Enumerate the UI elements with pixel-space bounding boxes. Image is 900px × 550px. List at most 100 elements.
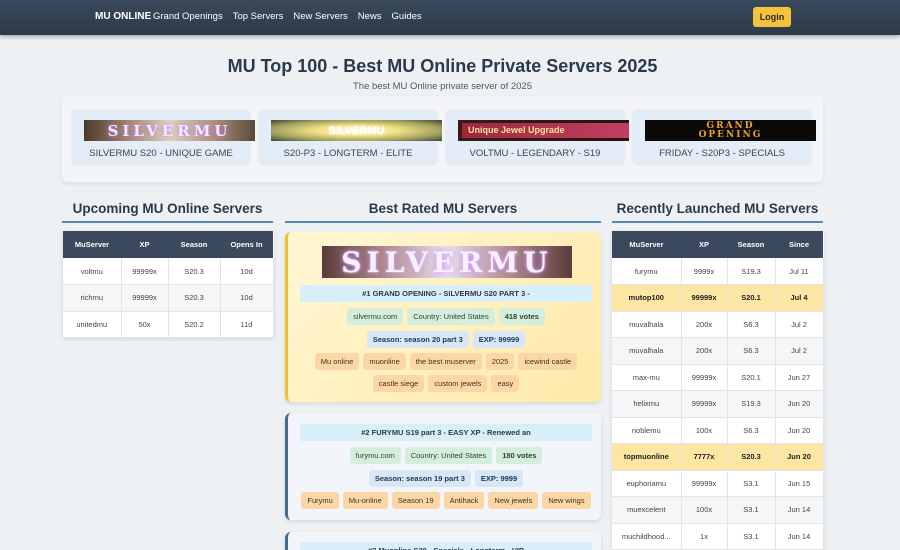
server-name[interactable]: muchildhood...: [612, 523, 682, 550]
featured-card-label: FRIDAY - S20P3 - SPECIALS: [659, 148, 785, 159]
server-tag[interactable]: Season 19: [391, 492, 440, 509]
server-xp: 99999x: [681, 284, 728, 312]
server-season: S6.3: [727, 337, 776, 365]
server-since: Jun 14: [775, 523, 824, 550]
banner-text: Unique Jewel Upgrade: [462, 123, 629, 138]
server-season: S20.3: [168, 284, 221, 312]
server-name[interactable]: unitedmu: [63, 311, 122, 338]
column-header[interactable]: MuServer: [612, 231, 681, 258]
table-row[interactable]: muexcelent 100x S3.1 Jun 14: [612, 496, 824, 524]
server-xp: 9999x: [681, 258, 728, 285]
server-season: S3.1: [727, 496, 776, 524]
server-website[interactable]: furymu.com: [349, 447, 401, 464]
featured-card-voltmu[interactable]: Unique Jewel Upgrade VOLTMU - LEGENDARY …: [446, 110, 629, 163]
column-header[interactable]: Since: [775, 231, 823, 258]
featured-card-s20p3[interactable]: SILVERMU S20-P3 - LONGTERM - ELITE: [259, 110, 442, 163]
server-name[interactable]: muvalhala: [612, 311, 682, 338]
recent-heading: Recently Launched MU Servers: [616, 201, 819, 216]
server-tag[interactable]: 2025: [485, 353, 515, 370]
server-name[interactable]: mutop100: [612, 284, 682, 312]
server-season: S20.3: [168, 258, 221, 285]
server-name[interactable]: noblemu: [612, 417, 682, 444]
server-tag[interactable]: New jewels: [488, 492, 539, 509]
server-name[interactable]: muvalhala: [612, 337, 682, 365]
table-row[interactable]: helixmu 99999x S19.3 Jun 20: [612, 390, 824, 418]
column-header[interactable]: Season: [727, 231, 775, 258]
server-votes: 418 votes: [498, 308, 545, 325]
table-row[interactable]: noblemu 100x S6.3 Jun 20: [612, 417, 824, 444]
table-row[interactable]: muchildhood... 1x S3.1 Jun 14: [612, 523, 824, 550]
server-card-title[interactable]: #1 GRAND OPENING - SILVERMU S20 PART 3 -: [300, 285, 592, 302]
column-header[interactable]: XP: [121, 231, 168, 258]
server-tag[interactable]: Furymu: [301, 492, 339, 509]
column-header[interactable]: XP: [681, 231, 727, 258]
server-tag[interactable]: Mu-online: [342, 492, 388, 509]
table-row[interactable]: unitedmu 50x S20.2 11d: [63, 311, 274, 338]
nav-link-guides[interactable]: Guides: [392, 11, 422, 22]
table-row[interactable]: voltmu 99999x S20.3 10d: [63, 258, 274, 285]
table-row-highlighted[interactable]: mutop100 99999x S20.1 Jul 4: [612, 284, 824, 312]
recent-servers-table: MuServer XP Season Since furymu 9999x S1…: [612, 231, 824, 550]
server-xp: 99999x: [681, 470, 728, 497]
table-row-highlighted[interactable]: topmuonline 7777x S20.3 Jun 20: [612, 443, 824, 471]
server-name[interactable]: richmu: [63, 284, 122, 312]
column-header[interactable]: Season: [168, 231, 220, 258]
server-card-title[interactable]: #3 Muonline S20 - Specials - Longterm - …: [300, 542, 592, 550]
table-row[interactable]: max-mu 99999x S20.1 Jun 27: [612, 364, 824, 391]
page-subtitle: The best MU Online private server of 202…: [352, 81, 532, 92]
server-season: S20.2: [168, 311, 221, 338]
server-season: S20.1: [727, 364, 776, 391]
column-header[interactable]: Opens In: [220, 231, 273, 258]
server-name[interactable]: furymu: [612, 258, 682, 285]
server-tag[interactable]: castle siege: [372, 375, 425, 392]
server-season: S20.1: [727, 284, 776, 312]
server-name[interactable]: muexcelent: [612, 496, 682, 524]
featured-card-friday[interactable]: GRAND OPENING FRIDAY - S20P3 - SPECIALS: [633, 110, 816, 163]
column-header[interactable]: MuServer: [63, 231, 121, 258]
server-name[interactable]: helixmu: [612, 390, 682, 418]
banner-text-line2: OPENING: [698, 129, 763, 140]
server-card-title[interactable]: #2 FURYMU S19 part 3 - EASY XP - Renewed…: [300, 424, 592, 441]
nav-links: Grand Openings Top Servers New Servers N…: [153, 11, 422, 22]
server-name[interactable]: max-mu: [612, 364, 682, 391]
table-row[interactable]: richmu 99999x S20.3 10d: [63, 284, 274, 312]
table-row[interactable]: muvalhala 200x S6.3 Jul 2: [612, 311, 824, 338]
server-tag[interactable]: muonline: [363, 353, 406, 370]
server-tag[interactable]: New wings: [542, 492, 591, 509]
server-tag[interactable]: custom jewels: [428, 375, 488, 392]
table-row[interactable]: euphoriamu 99999x S3.1 Jun 15: [612, 470, 824, 497]
server-xp: 99999x: [681, 364, 728, 391]
server-card-2[interactable]: #2 FURYMU S19 part 3 - EASY XP - Renewed…: [285, 413, 601, 520]
server-tag[interactable]: Antihack: [443, 492, 485, 509]
server-card-1[interactable]: SILVERMU #1 GRAND OPENING - SILVERMU S20…: [285, 232, 601, 402]
server-tag[interactable]: icewind castle: [518, 353, 578, 370]
server-tag[interactable]: easy: [491, 375, 520, 392]
server-name[interactable]: topmuonline: [612, 443, 682, 471]
featured-card-label: VOLTMU - LEGENDARY - S19: [469, 148, 601, 159]
server-tag[interactable]: the best muserver: [409, 353, 482, 370]
server-website[interactable]: silvermu.com: [347, 308, 404, 325]
server-xp: 99999x: [121, 258, 169, 285]
server-card-3[interactable]: #3 Muonline S20 - Specials - Longterm - …: [285, 532, 601, 550]
login-button[interactable]: Login: [753, 7, 791, 27]
server-tag[interactable]: Mu online: [314, 353, 360, 370]
server-season: S19.3: [727, 390, 776, 418]
server-name[interactable]: voltmu: [63, 258, 122, 285]
featured-card-silvermu[interactable]: SILVERMU SILVERMU S20 - UNIQUE GAME: [72, 110, 255, 163]
site-logo[interactable]: MU ONLINE: [95, 11, 151, 22]
nav-link-news[interactable]: News: [358, 11, 382, 22]
server-opens-in: 10d: [220, 258, 274, 285]
nav-link-top-servers[interactable]: Top Servers: [233, 11, 284, 22]
nav-link-new-servers[interactable]: New Servers: [293, 11, 347, 22]
server-season: S6.3: [727, 417, 776, 444]
nav-link-grand-openings[interactable]: Grand Openings: [153, 11, 223, 22]
server-xp: 200x: [681, 337, 728, 365]
table-row[interactable]: furymu 9999x S19.3 Jul 11: [612, 258, 824, 285]
best-rated-heading-underline: [285, 221, 601, 223]
server-since: Jun 15: [775, 470, 824, 497]
server-xp: 100x: [681, 496, 728, 524]
server-xp: 100x: [681, 417, 728, 444]
server-since: Jul 2: [775, 311, 824, 338]
table-row[interactable]: muvalhala 200x S6.3 Jul 2: [612, 337, 824, 365]
server-name[interactable]: euphoriamu: [612, 470, 682, 497]
